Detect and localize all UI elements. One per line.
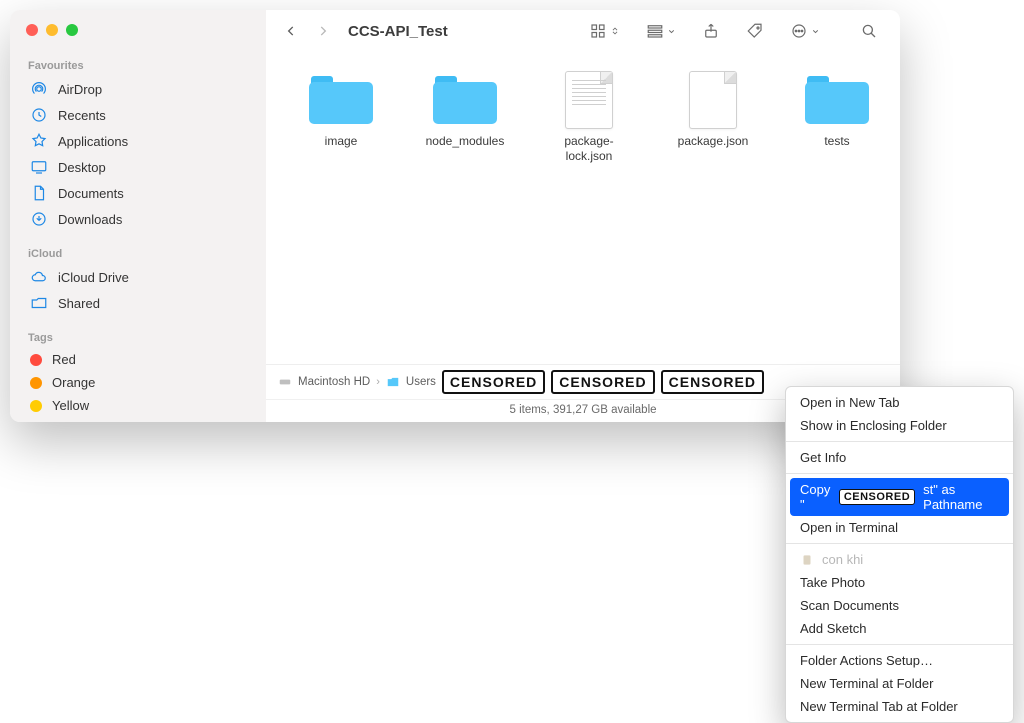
sidebar-item-desktop[interactable]: Desktop xyxy=(24,154,252,180)
sidebar-item-airdrop[interactable]: AirDrop xyxy=(24,76,252,102)
folder-title: CCS-API_Test xyxy=(348,23,448,40)
share-button[interactable] xyxy=(698,20,724,42)
ctx-open-terminal[interactable]: Open in Terminal xyxy=(786,516,1013,539)
zoom-button[interactable] xyxy=(66,24,78,36)
file-item-label: image xyxy=(325,134,358,149)
sidebar-item-documents[interactable]: Documents xyxy=(24,180,252,206)
file-item-folder[interactable]: image xyxy=(296,72,386,149)
censored-label: CENSORED xyxy=(839,489,915,505)
sidebar-item-label: Desktop xyxy=(58,160,106,175)
file-item-file[interactable]: package-lock.json xyxy=(544,72,634,164)
ctx-new-terminal-tab[interactable]: New Terminal Tab at Folder xyxy=(786,695,1013,718)
file-grid: image node_modules package-lock.json pac… xyxy=(266,54,900,364)
icloud-heading: iCloud xyxy=(28,248,252,260)
tags-heading: Tags xyxy=(28,332,252,344)
sidebar-item-label: Documents xyxy=(58,186,124,201)
main-panel: CCS-API_Test image node_modules xyxy=(266,10,900,422)
device-icon xyxy=(800,553,814,567)
folder-icon xyxy=(805,72,869,128)
sidebar-item-shared[interactable]: Shared xyxy=(24,290,252,316)
finder-window: Favourites AirDrop Recents Applications … xyxy=(10,10,900,422)
path-segment[interactable]: Users xyxy=(406,376,436,388)
folder-icon xyxy=(309,72,373,128)
sidebar-item-label: Applications xyxy=(58,134,128,149)
text-file-icon xyxy=(557,72,621,128)
ctx-separator xyxy=(786,543,1013,544)
downloads-icon xyxy=(30,210,48,228)
sidebar-tag-orange[interactable]: Orange xyxy=(24,371,252,394)
desktop-icon xyxy=(30,158,48,176)
censored-path-segment: CENSORED xyxy=(442,370,545,394)
file-item-file[interactable]: package.json xyxy=(668,72,758,149)
tags-button[interactable] xyxy=(742,20,768,42)
ctx-device-heading: con khi xyxy=(786,548,1013,571)
window-controls xyxy=(24,20,252,54)
chevron-right-icon: › xyxy=(376,376,380,388)
file-item-label: tests xyxy=(824,134,849,149)
censored-path-segment: CENSORED xyxy=(661,370,764,394)
ctx-open-new-tab[interactable]: Open in New Tab xyxy=(786,391,1013,414)
sidebar-item-label: iCloud Drive xyxy=(58,270,129,285)
ctx-show-enclosing[interactable]: Show in Enclosing Folder xyxy=(786,414,1013,437)
file-item-label: node_modules xyxy=(426,134,505,149)
shared-folder-icon xyxy=(30,294,48,312)
ctx-separator xyxy=(786,644,1013,645)
toolbar: CCS-API_Test xyxy=(266,10,900,54)
search-button[interactable] xyxy=(856,20,882,42)
ctx-separator xyxy=(786,441,1013,442)
sidebar-item-label: Orange xyxy=(52,375,95,390)
path-segment[interactable]: Macintosh HD xyxy=(298,376,370,388)
folder-icon xyxy=(433,72,497,128)
documents-icon xyxy=(30,184,48,202)
context-menu: Open in New Tab Show in Enclosing Folder… xyxy=(785,386,1014,723)
sidebar-item-label: Yellow xyxy=(52,398,89,413)
sidebar-item-applications[interactable]: Applications xyxy=(24,128,252,154)
sidebar-item-label: Downloads xyxy=(58,212,122,227)
file-item-folder[interactable]: tests xyxy=(792,72,882,149)
icloud-icon xyxy=(30,268,48,286)
clock-icon xyxy=(30,106,48,124)
ctx-get-info[interactable]: Get Info xyxy=(786,446,1013,469)
ctx-new-terminal-at[interactable]: New Terminal at Folder xyxy=(786,672,1013,695)
censored-path-segment: CENSORED xyxy=(551,370,654,394)
forward-button[interactable] xyxy=(312,20,334,42)
sidebar-item-downloads[interactable]: Downloads xyxy=(24,206,252,232)
tag-dot-red-icon xyxy=(30,354,42,366)
ctx-add-sketch[interactable]: Add Sketch xyxy=(786,617,1013,640)
view-mode-icon-grid[interactable] xyxy=(585,20,624,42)
disk-icon xyxy=(278,375,292,389)
sidebar-item-label: Recents xyxy=(58,108,106,123)
tag-dot-yellow-icon xyxy=(30,400,42,412)
toolbar-actions xyxy=(585,20,882,42)
sidebar-item-recents[interactable]: Recents xyxy=(24,102,252,128)
sidebar-tag-yellow[interactable]: Yellow xyxy=(24,394,252,417)
sidebar-item-label: AirDrop xyxy=(58,82,102,97)
close-button[interactable] xyxy=(26,24,38,36)
group-by-button[interactable] xyxy=(642,20,680,42)
airdrop-icon xyxy=(30,80,48,98)
ctx-scan-documents[interactable]: Scan Documents xyxy=(786,594,1013,617)
blank-file-icon xyxy=(681,72,745,128)
ctx-folder-actions[interactable]: Folder Actions Setup… xyxy=(786,649,1013,672)
tag-dot-orange-icon xyxy=(30,377,42,389)
ctx-separator xyxy=(786,473,1013,474)
back-button[interactable] xyxy=(280,20,302,42)
sidebar-tag-red[interactable]: Red xyxy=(24,348,252,371)
minimize-button[interactable] xyxy=(46,24,58,36)
file-item-folder[interactable]: node_modules xyxy=(420,72,510,149)
ctx-copy-pathname[interactable]: Copy "CENSOREDst" as Pathname xyxy=(790,478,1009,516)
more-actions-button[interactable] xyxy=(786,20,824,42)
folder-mini-icon xyxy=(386,375,400,389)
ctx-take-photo[interactable]: Take Photo xyxy=(786,571,1013,594)
file-item-label: package.json xyxy=(678,134,749,149)
sidebar-item-label: Red xyxy=(52,352,76,367)
sidebar-item-icloud-drive[interactable]: iCloud Drive xyxy=(24,264,252,290)
sidebar: Favourites AirDrop Recents Applications … xyxy=(10,10,266,422)
file-item-label: package-lock.json xyxy=(544,134,634,164)
favourites-heading: Favourites xyxy=(28,60,252,72)
applications-icon xyxy=(30,132,48,150)
sidebar-item-label: Shared xyxy=(58,296,100,311)
